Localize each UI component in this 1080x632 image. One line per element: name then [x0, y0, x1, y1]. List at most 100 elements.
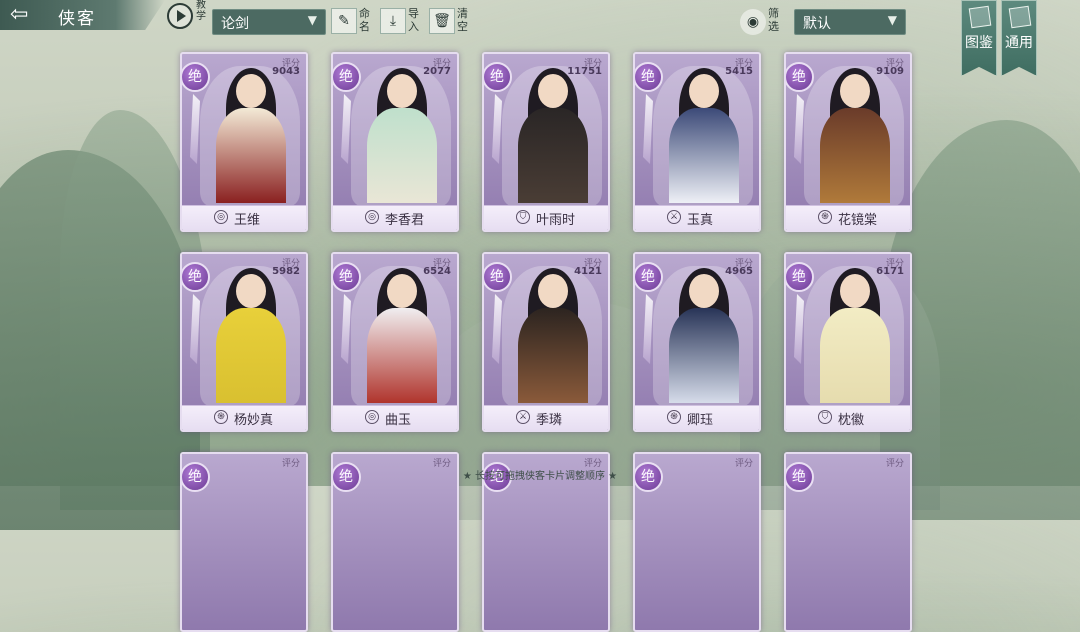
swirl-icon: ֍	[214, 410, 228, 424]
scroll-icon	[1008, 5, 1032, 29]
chevron-down-icon: ▼	[887, 13, 897, 27]
hero-robe	[518, 108, 588, 203]
rank-badge: 绝	[333, 262, 361, 292]
hero-face	[840, 74, 870, 108]
hero-figure	[518, 268, 588, 403]
score-value: 5415	[725, 66, 753, 77]
hero-name: 李香君	[385, 213, 425, 228]
circle-icon: ◎	[365, 410, 379, 424]
sword-icon: ⚔	[516, 410, 530, 424]
hero-figure	[518, 68, 588, 203]
book-icon	[968, 5, 992, 29]
hero-figure	[669, 68, 739, 203]
hero-robe	[518, 308, 588, 403]
rank-badge: 绝	[333, 62, 361, 92]
name-bar: ⛉ 叶雨时	[484, 205, 608, 230]
tutorial-label[interactable]: 教学	[196, 0, 208, 22]
preset-select-value: 论剑	[221, 16, 249, 32]
rank-badge: 绝	[786, 62, 814, 92]
eye-icon: ◉	[740, 9, 766, 35]
rank-badge: 绝	[182, 262, 210, 292]
hero-face	[387, 74, 417, 108]
hero-figure	[216, 268, 286, 403]
rank-badge: 绝	[182, 62, 210, 92]
shield-icon: ⛉	[516, 210, 530, 224]
clear-label: 清空	[457, 7, 468, 33]
hero-card[interactable]: 绝评分 11751 ⛉ 叶雨时	[482, 52, 610, 232]
back-button[interactable]: ⇦ 侠客	[0, 0, 165, 30]
hero-robe	[669, 308, 739, 403]
hero-face	[236, 74, 266, 108]
hero-card[interactable]: 绝评分 2077 ◎ 李香君	[331, 52, 459, 232]
atlas-banner-button[interactable]: 图鉴	[961, 0, 997, 76]
filter-button[interactable]: ◉ 筛选	[740, 7, 790, 36]
hero-face	[840, 274, 870, 308]
hero-robe	[216, 308, 286, 403]
back-arrow-icon[interactable]: ⇦	[10, 2, 28, 28]
import-label: 导入	[408, 7, 419, 33]
circle-icon: ◎	[214, 210, 228, 224]
name-bar: ◎ 王维	[182, 205, 306, 230]
rank-badge: 绝	[635, 62, 663, 92]
import-icon: ⤓	[380, 8, 406, 34]
hero-card[interactable]: 绝评分 5982 ֍ 杨妙真	[180, 252, 308, 432]
hero-robe	[216, 108, 286, 203]
brush-icon: ✎	[331, 8, 357, 34]
name-bar: ֍ 花镜棠	[786, 205, 910, 230]
sword-icon: ⚔	[667, 210, 681, 224]
drag-hint: ★ 长按可拖拽侠客卡片调整顺序 ★	[462, 471, 618, 482]
hero-figure	[820, 68, 890, 203]
hero-figure	[820, 268, 890, 403]
general-label: 通用	[1005, 35, 1033, 51]
hero-card[interactable]: 绝评分 6171 ⛉ 枕徽	[784, 252, 912, 432]
hero-robe	[367, 308, 437, 403]
top-bar: ⇦ 侠客 教学 论剑 ▼ ✎ 命名 ⤓ 导入 🗑 清空 ◉ 筛选 默认 ▼ 图鉴…	[0, 0, 1080, 76]
hero-name: 杨妙真	[234, 413, 274, 428]
score-value: 5982	[272, 266, 300, 277]
hero-card[interactable]: 绝评分 6524 ◎ 曲玉	[331, 252, 459, 432]
score-value: 9043	[272, 66, 300, 77]
name-bar: ⚔ 玉真	[635, 205, 759, 230]
hero-face	[689, 74, 719, 108]
rank-badge: 绝	[484, 262, 512, 292]
rank-badge: 绝	[786, 262, 814, 292]
hero-card[interactable]: 绝评分 4121 ⚔ 季璘	[482, 252, 610, 432]
rank-badge: 绝	[635, 262, 663, 292]
hero-face	[538, 74, 568, 108]
trash-icon: 🗑	[429, 8, 455, 34]
name-bar: ◎ 曲玉	[333, 405, 457, 430]
hero-card[interactable]: 绝评分 5415 ⚔ 玉真	[633, 52, 761, 232]
name-bar: ֍ 杨妙真	[182, 405, 306, 430]
drag-hint-text: 长按可拖拽侠客卡片调整顺序	[475, 471, 605, 482]
rename-label: 命名	[359, 7, 370, 33]
hero-name: 卿珏	[687, 413, 714, 428]
hero-robe	[669, 108, 739, 203]
preset-select[interactable]: 论剑 ▼	[212, 9, 326, 35]
hero-face	[236, 274, 266, 308]
sort-select[interactable]: 默认 ▼	[794, 9, 906, 35]
hero-card[interactable]: 绝评分 9109 ֍ 花镜棠	[784, 52, 912, 232]
rank-badge: 绝	[484, 62, 512, 92]
score-value: 6171	[876, 266, 904, 277]
hero-robe	[367, 108, 437, 203]
general-banner-button[interactable]: 通用	[1001, 0, 1037, 76]
hero-name: 叶雨时	[536, 213, 576, 228]
score-value: 9109	[876, 66, 904, 77]
hero-name: 曲玉	[385, 413, 412, 428]
page-title: 侠客	[58, 9, 96, 29]
score-value: 2077	[423, 66, 451, 77]
hero-face	[387, 274, 417, 308]
score-value: 4121	[574, 266, 602, 277]
hero-name: 花镜棠	[838, 213, 878, 228]
hero-robe	[820, 308, 890, 403]
hero-name: 王维	[234, 213, 261, 228]
hero-figure	[367, 68, 437, 203]
tutorial-play-icon[interactable]	[167, 3, 193, 29]
hero-card[interactable]: 绝评分 9043 ◎ 王维	[180, 52, 308, 232]
hero-name: 季璘	[536, 413, 563, 428]
name-bar: ⚔ 季璘	[484, 405, 608, 430]
hero-name: 玉真	[687, 213, 714, 228]
circle-icon: ◎	[365, 210, 379, 224]
filter-label: 筛选	[768, 7, 779, 33]
hero-card[interactable]: 绝评分 4965 ֍ 卿珏	[633, 252, 761, 432]
